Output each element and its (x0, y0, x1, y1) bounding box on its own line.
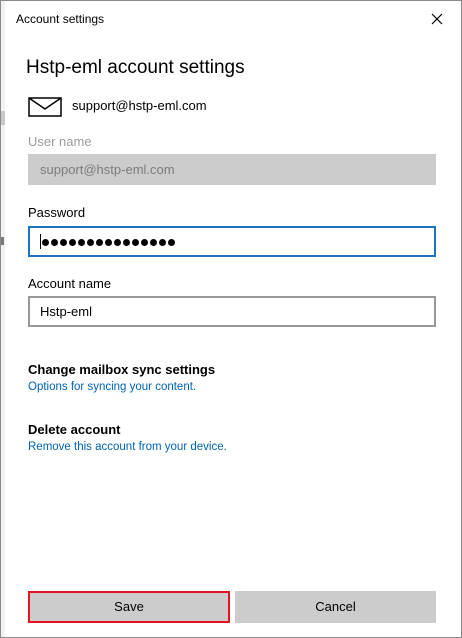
cancel-button[interactable]: Cancel (235, 591, 436, 623)
account-settings-dialog: Account settings Hstp-eml account settin… (0, 0, 462, 638)
sync-settings-title: Change mailbox sync settings (28, 362, 216, 377)
password-mask-dot (141, 238, 148, 246)
password-mask-dot (159, 238, 166, 246)
delete-account-link[interactable]: Remove this account from your device. (28, 441, 227, 453)
background-window-edge (1, 1, 5, 637)
mail-icon (28, 97, 62, 117)
password-mask-dot (60, 238, 67, 246)
password-mask-dot (105, 238, 112, 246)
save-button[interactable]: Save (28, 591, 230, 623)
password-mask-dot (87, 238, 94, 246)
password-mask-dot (51, 238, 58, 246)
page-title: Hstp-eml account settings (26, 57, 245, 78)
username-field: support@hstp-eml.com (28, 154, 436, 185)
username-label: User name (28, 134, 92, 149)
password-mask-dot (96, 238, 103, 246)
delete-account-title: Delete account (28, 422, 121, 437)
account-name-field[interactable]: Hstp-eml (28, 296, 436, 327)
password-mask-dot (42, 238, 49, 246)
background-edge-mark (1, 111, 5, 125)
password-mask (42, 235, 175, 249)
password-mask-dot (78, 238, 85, 246)
password-mask-dot (132, 238, 139, 246)
account-name-label: Account name (28, 276, 112, 291)
password-mask-dot (150, 238, 157, 246)
password-label: Password (28, 205, 86, 220)
background-edge-mark (1, 237, 4, 245)
close-icon (431, 13, 443, 25)
password-mask-dot (168, 238, 175, 246)
password-field[interactable] (28, 226, 436, 257)
account-email: support@hstp-eml.com (72, 98, 207, 113)
close-button[interactable] (425, 7, 449, 31)
password-mask-dot (123, 238, 130, 246)
password-mask-dot (69, 238, 76, 246)
sync-settings-link[interactable]: Options for syncing your content. (28, 381, 196, 393)
text-caret (40, 234, 41, 249)
window-title: Account settings (16, 12, 105, 26)
password-mask-dot (114, 238, 121, 246)
